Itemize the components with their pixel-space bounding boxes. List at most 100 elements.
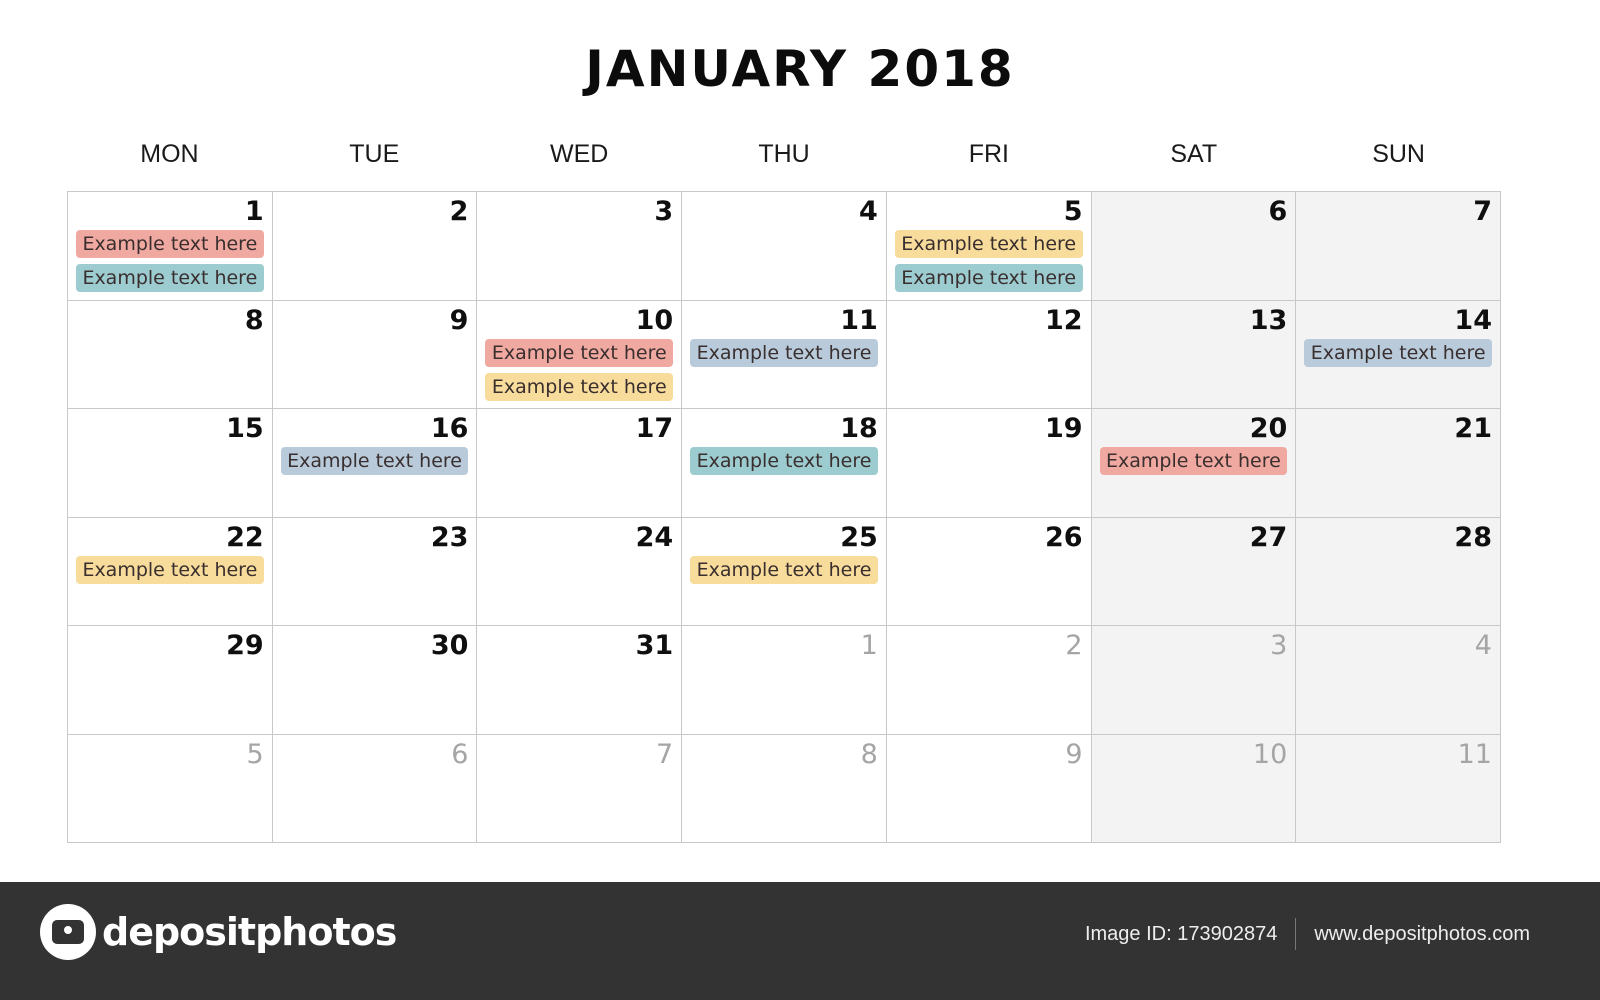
day-cell[interactable]: 23 bbox=[272, 517, 478, 626]
day-cell[interactable]: 14 Example text here bbox=[1296, 300, 1501, 409]
day-cell[interactable]: 10 Example text here Example text here bbox=[477, 300, 683, 409]
day-cell[interactable]: 7 bbox=[477, 734, 683, 843]
day-number: 14 bbox=[1454, 304, 1492, 336]
event-chip[interactable]: Example text here bbox=[485, 338, 674, 367]
day-number: 5 bbox=[1063, 196, 1083, 227]
day-cell[interactable]: 5 bbox=[68, 734, 273, 843]
day-number: 23 bbox=[430, 521, 469, 553]
weekday-sun: SUN bbox=[1372, 140, 1425, 168]
day-cell[interactable]: 28 bbox=[1296, 517, 1501, 626]
weekday-mon: MON bbox=[140, 140, 199, 168]
day-cell[interactable]: 19 bbox=[886, 409, 1092, 518]
event-chip[interactable]: Example text here bbox=[280, 447, 469, 475]
day-cell[interactable]: 26 bbox=[886, 517, 1092, 626]
day-cell[interactable]: 8 bbox=[682, 734, 887, 843]
day-number: 27 bbox=[1249, 521, 1288, 553]
day-cell[interactable]: 4 bbox=[682, 192, 887, 301]
calendar-grid: 1 Example text here Example text here 2 3 4 5 E… bbox=[67, 191, 1501, 843]
event-chip[interactable]: Example text here bbox=[1099, 447, 1288, 475]
day-cell[interactable]: 29 bbox=[68, 626, 273, 735]
day-number: 3 bbox=[1270, 630, 1288, 661]
day-number: 28 bbox=[1454, 521, 1492, 553]
day-cell[interactable]: 21 bbox=[1296, 409, 1501, 518]
day-cell[interactable]: 6 bbox=[272, 734, 478, 843]
day-cell[interactable]: 7 bbox=[1296, 192, 1501, 301]
day-cell[interactable]: 9 bbox=[272, 300, 478, 409]
event-list: Example text here Example text here bbox=[485, 338, 674, 401]
day-cell[interactable]: 17 bbox=[477, 409, 683, 518]
day-cell[interactable]: 18 Example text here bbox=[682, 409, 887, 518]
day-number: 8 bbox=[860, 738, 878, 770]
day-cell[interactable]: 11 bbox=[1296, 734, 1501, 843]
event-list: Example text here Example text here bbox=[76, 230, 264, 292]
day-number: 12 bbox=[1044, 304, 1083, 336]
day-cell[interactable]: 8 bbox=[68, 300, 273, 409]
day-cell[interactable]: 22 Example text here bbox=[68, 517, 273, 626]
day-number: 1 bbox=[244, 196, 264, 227]
day-number: 10 bbox=[1252, 738, 1288, 770]
event-chip[interactable]: Example text here bbox=[894, 264, 1083, 292]
day-cell[interactable]: 2 bbox=[886, 626, 1092, 735]
weekday-thu: THU bbox=[758, 140, 810, 168]
event-list: Example text here bbox=[1304, 338, 1492, 367]
weekday-sat: SAT bbox=[1170, 140, 1218, 168]
day-cell[interactable]: 11 Example text here bbox=[682, 300, 887, 409]
day-number: 10 bbox=[635, 304, 674, 336]
event-list: Example text here bbox=[690, 555, 878, 584]
day-number: 18 bbox=[840, 413, 878, 444]
website-link[interactable]: www.depositphotos.com bbox=[1314, 923, 1530, 946]
day-number: 5 bbox=[246, 738, 264, 770]
day-number: 21 bbox=[1454, 413, 1492, 444]
event-chip[interactable]: Example text here bbox=[76, 555, 264, 584]
day-cell[interactable]: 30 bbox=[272, 626, 478, 735]
day-cell[interactable]: 10 bbox=[1091, 734, 1297, 843]
day-cell[interactable]: 24 bbox=[477, 517, 683, 626]
weekday-tue: TUE bbox=[349, 140, 400, 168]
day-cell[interactable]: 16 Example text here bbox=[272, 409, 478, 518]
day-number: 19 bbox=[1044, 413, 1083, 444]
day-number: 30 bbox=[430, 630, 469, 661]
event-chip[interactable]: Example text here bbox=[894, 230, 1083, 258]
day-number: 15 bbox=[226, 413, 264, 444]
day-number: 9 bbox=[1065, 738, 1083, 770]
weekday-fri: FRI bbox=[968, 140, 1009, 168]
event-chip[interactable]: Example text here bbox=[690, 447, 878, 475]
day-cell[interactable]: 15 bbox=[68, 409, 273, 518]
day-cell[interactable]: 25 Example text here bbox=[682, 517, 887, 626]
day-number: 22 bbox=[226, 521, 264, 553]
day-number: 16 bbox=[430, 413, 469, 444]
day-cell[interactable]: 5 Example text here Example text here bbox=[886, 192, 1092, 301]
day-cell[interactable]: 12 bbox=[886, 300, 1092, 409]
event-chip[interactable]: Example text here bbox=[1304, 338, 1492, 367]
day-cell[interactable]: 1 bbox=[682, 626, 887, 735]
day-number: 29 bbox=[226, 630, 264, 661]
event-list: Example text here bbox=[1099, 447, 1288, 475]
event-chip[interactable]: Example text here bbox=[690, 555, 878, 584]
event-chip[interactable]: Example text here bbox=[690, 338, 878, 367]
day-cell[interactable]: 3 bbox=[477, 192, 683, 301]
day-cell[interactable]: 1 Example text here Example text here bbox=[68, 192, 273, 301]
logo-text: depositphotos bbox=[102, 910, 397, 954]
event-chip[interactable]: Example text here bbox=[485, 372, 674, 401]
day-cell[interactable]: 3 bbox=[1091, 626, 1297, 735]
day-number: 1 bbox=[860, 630, 878, 661]
day-cell[interactable]: 31 bbox=[477, 626, 683, 735]
event-chip[interactable]: Example text here bbox=[76, 230, 264, 258]
day-cell[interactable]: 2 bbox=[272, 192, 478, 301]
event-list: Example text here bbox=[76, 555, 264, 584]
depositphotos-logo[interactable]: depositphotos bbox=[40, 904, 397, 960]
event-chip[interactable]: Example text here bbox=[76, 264, 264, 292]
day-cell[interactable]: 13 bbox=[1091, 300, 1297, 409]
day-cell[interactable]: 9 bbox=[886, 734, 1092, 843]
day-number: 11 bbox=[840, 304, 878, 336]
event-list: Example text here Example text here bbox=[894, 230, 1083, 292]
day-cell[interactable]: 4 bbox=[1296, 626, 1501, 735]
event-list: Example text here bbox=[280, 447, 469, 475]
day-cell[interactable]: 20 Example text here bbox=[1091, 409, 1297, 518]
day-cell[interactable]: 6 bbox=[1091, 192, 1297, 301]
day-number: 3 bbox=[654, 196, 674, 227]
day-number: 4 bbox=[1474, 630, 1492, 661]
day-cell[interactable]: 27 bbox=[1091, 517, 1297, 626]
day-number: 31 bbox=[635, 630, 674, 661]
event-list: Example text here bbox=[690, 338, 878, 367]
